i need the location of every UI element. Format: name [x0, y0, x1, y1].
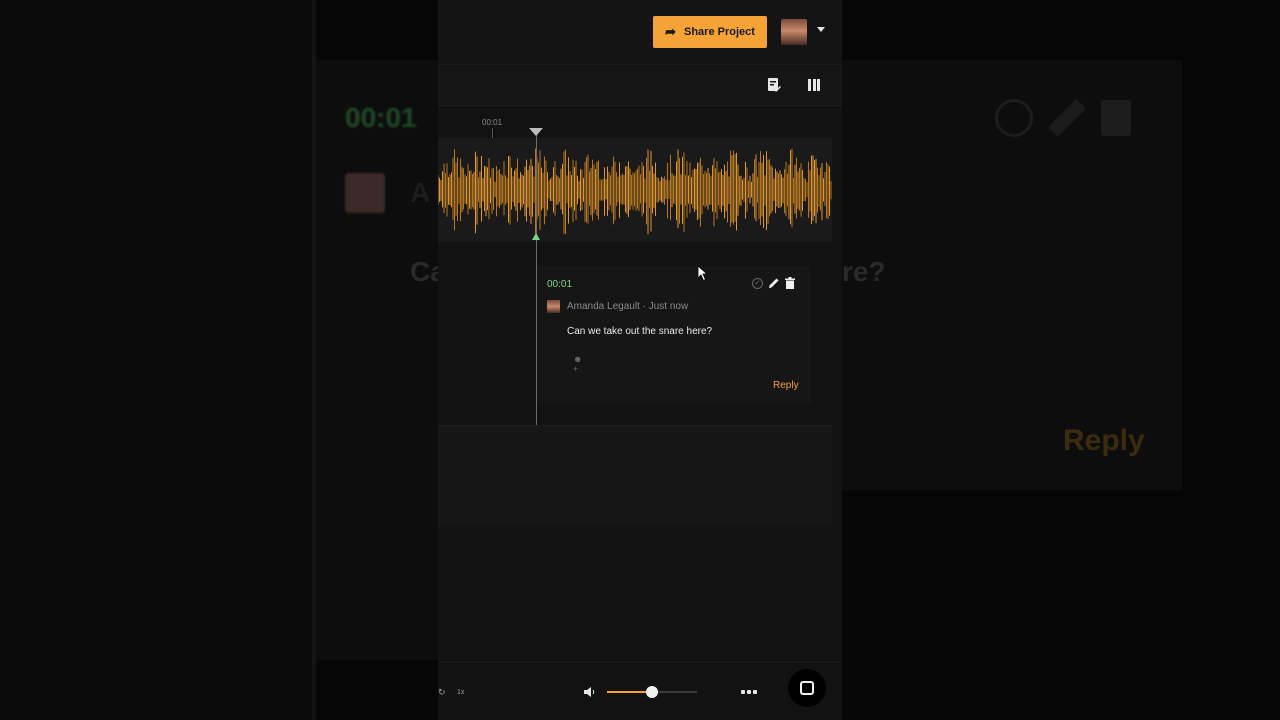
columns-icon[interactable]	[808, 79, 820, 91]
backdrop-reply: Reply	[1063, 424, 1145, 457]
backdrop-comment-end: re?	[842, 256, 886, 287]
comment-author: Amanda Legault	[567, 301, 640, 312]
comment-author-avatar	[547, 300, 560, 313]
pencil-icon[interactable]	[768, 277, 780, 289]
comment-meta: Amanda Legault · Just now	[567, 301, 688, 312]
share-project-label: Share Project	[683, 26, 755, 38]
empty-track-area	[438, 527, 832, 660]
resolve-check-icon[interactable]: ✓	[752, 277, 763, 289]
waveform-svg	[438, 148, 832, 235]
caret-down-icon[interactable]	[817, 27, 825, 32]
comment-card: 00:01 ✓ Amanda Legault · Just now Can we…	[537, 266, 811, 403]
timeline-ruler: 00:01	[438, 106, 842, 138]
cursor-icon	[698, 266, 709, 282]
comment-actions: ✓	[752, 277, 795, 289]
app-window: ➦ Share Project 00:01 00:01 ✓ Amanda Leg…	[438, 0, 842, 720]
volume-icon[interactable]	[584, 687, 596, 697]
trash-icon[interactable]	[785, 277, 795, 289]
backdrop-check-icon	[995, 99, 1033, 137]
toolbar	[438, 65, 842, 106]
backdrop-rail	[0, 0, 316, 720]
backdrop-icons	[995, 98, 1131, 138]
chat-button[interactable]	[788, 669, 826, 707]
backdrop-pencil-icon	[1047, 98, 1087, 138]
backdrop-panel	[316, 60, 438, 660]
more-icon[interactable]	[741, 690, 757, 694]
backdrop-avatar	[345, 173, 385, 213]
comments-section	[438, 425, 832, 528]
player-bar: ↻ 1x	[438, 662, 842, 720]
loop-icon[interactable]: ↻	[438, 687, 446, 698]
backdrop-trash-icon	[1101, 100, 1131, 136]
comment-marker[interactable]	[532, 233, 540, 240]
ruler-time-label: 00:01	[482, 118, 503, 127]
speed-button[interactable]: 1x	[457, 689, 464, 696]
comment-text: Can we take out the snare here?	[567, 326, 713, 337]
playhead-handle[interactable]	[529, 128, 543, 136]
note-edit-icon[interactable]	[768, 78, 781, 92]
add-reaction-icon[interactable]: ☻+	[573, 354, 587, 374]
share-arrow-icon: ➦	[665, 24, 676, 39]
comment-separator: ·	[639, 301, 649, 312]
backdrop-timestamp: 00:01	[345, 102, 417, 133]
ruler-tick	[492, 128, 493, 138]
volume-slider[interactable]	[607, 686, 697, 698]
waveform[interactable]	[438, 138, 832, 242]
comment-timestamp[interactable]: 00:01	[547, 279, 572, 290]
backdrop-author-text: A	[410, 177, 431, 208]
volume-knob[interactable]	[646, 686, 658, 698]
chat-icon	[800, 681, 814, 695]
comment-time-ago: Just now	[648, 301, 689, 312]
user-avatar[interactable]	[781, 19, 807, 45]
reply-button[interactable]: Reply	[773, 380, 799, 391]
top-bar: ➦ Share Project	[438, 0, 842, 65]
share-project-button[interactable]: ➦ Share Project	[653, 16, 767, 48]
